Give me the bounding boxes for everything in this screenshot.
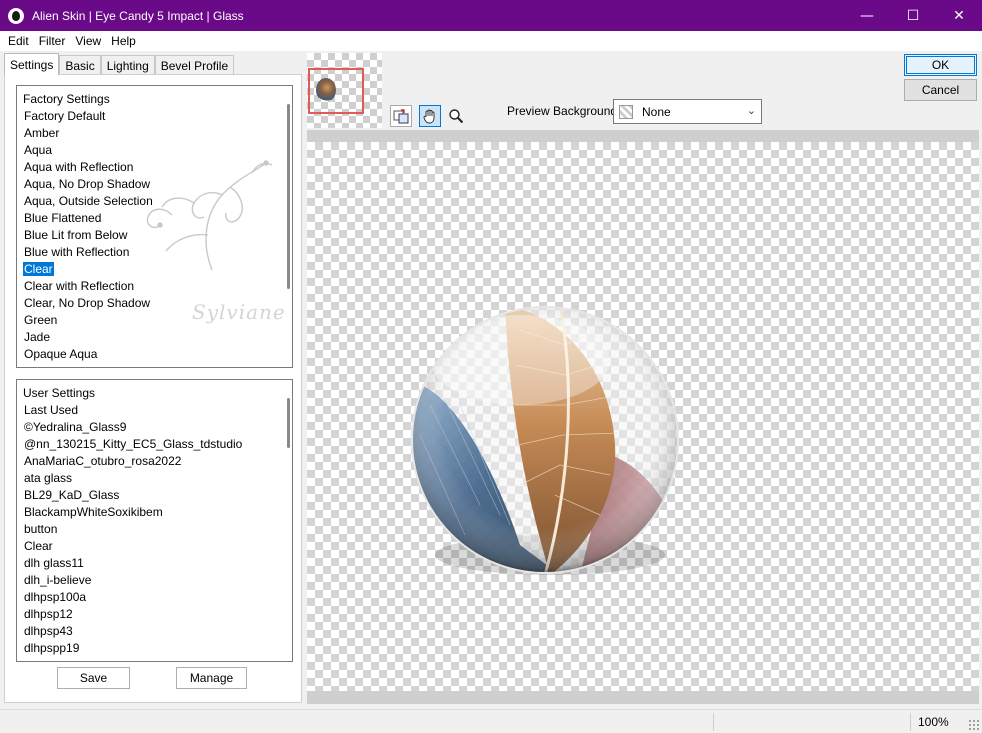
factory-settings-header: Factory Settings [23,92,110,106]
user-list-scrollbar[interactable] [287,398,290,448]
menu-help[interactable]: Help [107,34,140,48]
list-item[interactable]: ©Yedralina_Glass9 [17,419,292,436]
menu-bar: Edit Filter View Help [0,31,982,51]
list-item[interactable]: Clear with Reflection [17,278,292,295]
status-divider [910,713,911,731]
list-item[interactable]: AnaMariaC_otubro_rosa2022 [17,453,292,470]
maximize-button[interactable]: ☐ [890,0,936,31]
zoom-level: 100% [918,715,949,729]
navigator-button[interactable] [390,105,412,127]
list-item[interactable]: Amber [17,125,292,142]
watermark-signature: Sylviane [192,300,286,324]
list-item[interactable]: Opaque Aqua [17,346,292,363]
list-item[interactable]: dlhpspp19 [17,640,292,657]
window-title: Alien Skin | Eye Candy 5 Impact | Glass [32,8,244,23]
status-divider [713,713,714,731]
menu-edit[interactable]: Edit [4,34,33,48]
list-item[interactable]: button [17,521,292,538]
window-controls: — ☐ ✕ [844,0,982,31]
zoom-icon [449,109,464,124]
tab-basic[interactable]: Basic [59,55,101,75]
thumbnail-image [316,78,336,102]
chevron-down-icon: ⌄ [746,104,756,117]
preview-background-select[interactable]: None ⌄ [613,99,762,124]
close-button[interactable]: ✕ [936,0,982,31]
factory-list-scrollbar[interactable] [287,104,290,289]
menu-view[interactable]: View [71,34,105,48]
alien-skin-app-icon [8,7,24,24]
minimize-button[interactable]: — [844,0,890,31]
tab-bevel-profile[interactable]: Bevel Profile [154,55,235,75]
preview-background-value: None [642,104,671,119]
list-item[interactable]: BlackampWhiteSoxikibem [17,504,292,521]
menu-filter[interactable]: Filter [35,34,70,48]
manage-button[interactable]: Manage [176,667,247,689]
status-bar: 100% [0,709,982,733]
list-item[interactable]: Clear [17,538,292,555]
list-item[interactable]: Factory Default [17,108,292,125]
navigator-icon [393,109,409,124]
transparent-swatch-icon [619,104,633,119]
list-item[interactable]: BL29_KaD_Glass [17,487,292,504]
user-settings-header: User Settings [23,386,96,400]
tab-settings[interactable]: Settings [4,53,60,75]
hand-icon [423,109,435,124]
title-bar: Alien Skin | Eye Candy 5 Impact | Glass … [0,0,982,31]
preview-background-label: Preview Background: [507,104,621,118]
glass-orb-preview-image [411,306,679,575]
ok-button[interactable]: OK [904,54,977,76]
list-item[interactable]: Jade [17,329,292,346]
list-item[interactable]: dlh_i-believe [17,572,292,589]
flourish-watermark-icon [146,160,273,271]
list-item[interactable]: dlhpsp100a [17,589,292,606]
tab-lighting[interactable]: Lighting [100,55,155,75]
list-item[interactable]: @nn_130215_Kitty_EC5_Glass_tdstudio [17,436,292,453]
list-item[interactable]: Last Used [17,402,292,419]
settings-tabs: Settings Basic Lighting Bevel Profile [4,53,235,75]
user-settings-list[interactable]: User Settings Last Used ©Yedralina_Glass… [16,379,293,662]
list-item[interactable]: dlhpsp12 [17,606,292,623]
list-item[interactable]: ata glass [17,470,292,487]
cancel-button[interactable]: Cancel [904,79,977,101]
zoom-tool-button[interactable] [445,105,467,127]
list-item[interactable]: dlhpsp43 [17,623,292,640]
resize-grip-icon[interactable] [968,719,980,731]
pan-tool-button[interactable] [419,105,441,127]
save-button[interactable]: Save [57,667,130,689]
list-item[interactable]: dlh glass11 [17,555,292,572]
